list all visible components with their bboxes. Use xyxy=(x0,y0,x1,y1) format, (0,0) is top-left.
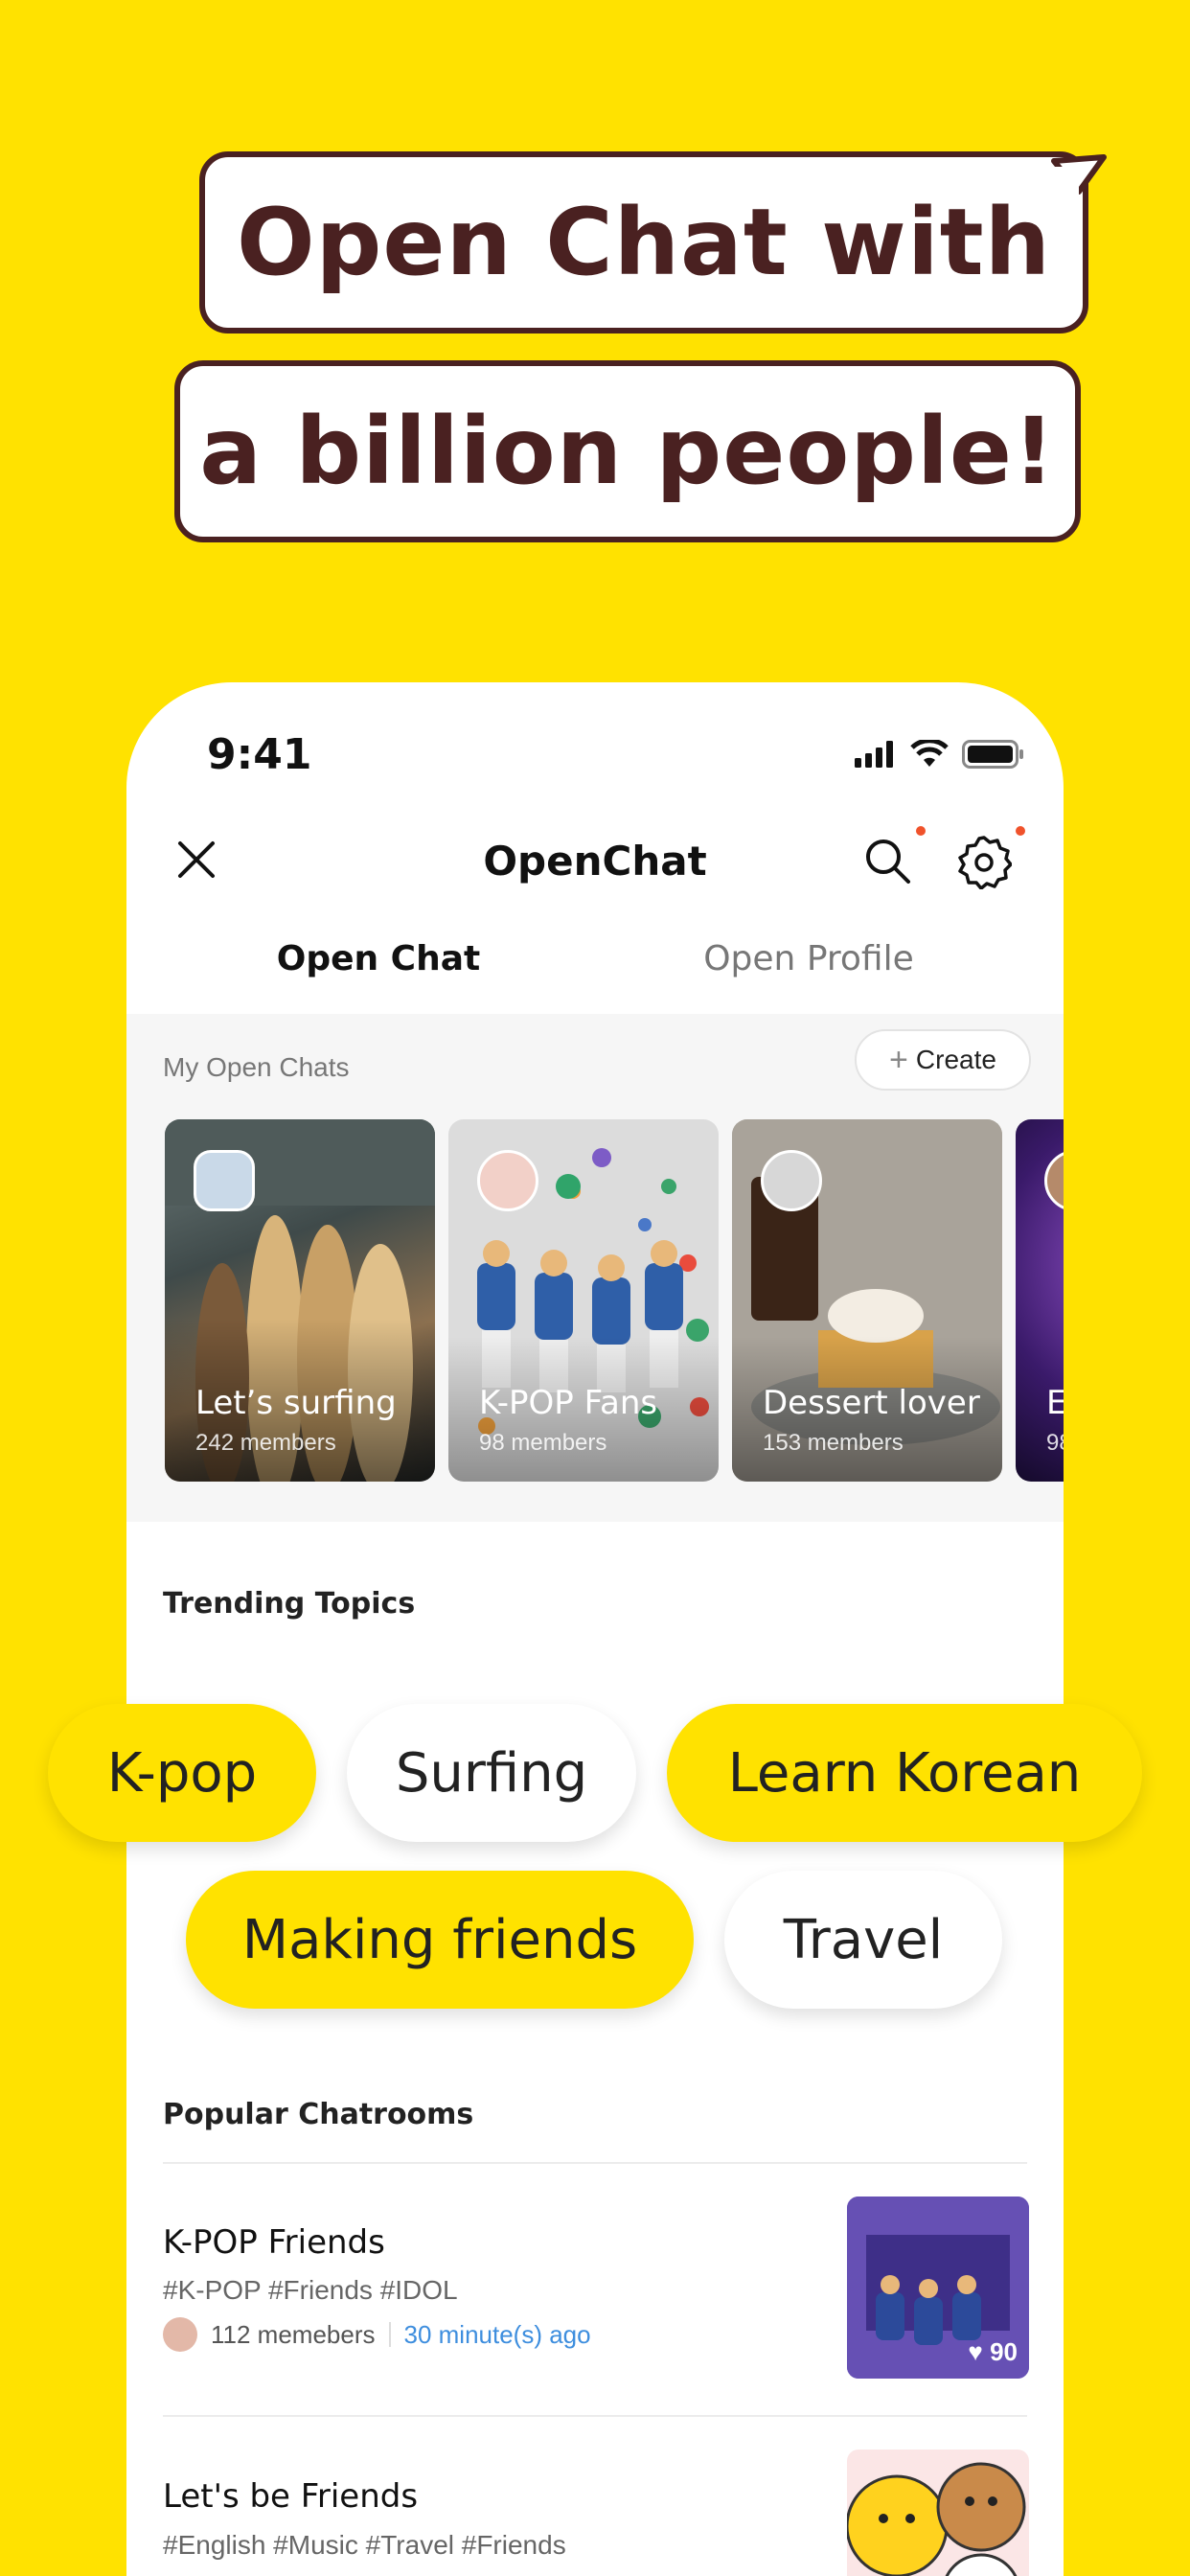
chatroom-title[interactable]: K-POP Friends xyxy=(163,2223,385,2262)
chat-card-partial[interactable]: E 98 xyxy=(1016,1119,1064,1482)
chatroom-tags: #English #Music #Travel #Friends xyxy=(163,2530,566,2560)
status-icons xyxy=(855,740,1025,769)
topic-chip-surfing[interactable]: Surfing xyxy=(347,1704,636,1842)
card-title: K-POP Fans xyxy=(479,1384,658,1422)
topic-chip-travel[interactable]: Travel xyxy=(724,1871,1002,2009)
plus-icon: + xyxy=(889,1042,908,1078)
headline-line-2: a billion people! xyxy=(199,398,1056,505)
topic-label: Making friends xyxy=(241,1908,638,1971)
meta-separator xyxy=(388,2322,391,2347)
create-label: Create xyxy=(915,1045,996,1074)
my-open-chats-section: My Open Chats + Create Let’s surfing 242… xyxy=(126,1014,1064,1522)
card-members: 242 members xyxy=(195,1430,336,1456)
create-button[interactable]: + Create xyxy=(855,1029,1031,1091)
likes-value: 90 xyxy=(990,2337,1018,2366)
card-members: 98 members xyxy=(479,1430,607,1456)
nav-bar: OpenChat xyxy=(126,816,1064,912)
divider xyxy=(163,2162,1027,2164)
headline-bubble-2: a billion people! xyxy=(174,360,1081,542)
card-members: 98 xyxy=(1046,1430,1064,1456)
status-time: 9:41 xyxy=(207,730,312,779)
avatar xyxy=(761,1150,822,1211)
likes-count: ♥ 90 xyxy=(968,2337,1018,2366)
topic-chip-making-friends[interactable]: Making friends xyxy=(186,1871,694,2009)
chatroom-title[interactable]: Let's be Friends xyxy=(163,2477,418,2516)
phone-screen: 9:41 OpenChat Open Chat Open Profile My … xyxy=(126,682,1064,2576)
tab-open-chat[interactable]: Open Chat xyxy=(165,939,592,978)
tab-bar: Open Chat Open Profile xyxy=(165,920,1025,1025)
chat-card-surfing[interactable]: Let’s surfing 242 members xyxy=(165,1119,435,1482)
settings-notification-dot xyxy=(1016,826,1025,836)
card-title: Let’s surfing xyxy=(195,1384,397,1422)
chatroom-time: 30 minute(s) ago xyxy=(403,2319,591,2349)
chatroom-thumbnail[interactable] xyxy=(847,2450,1029,2576)
avatar xyxy=(163,2317,197,2352)
character-faces-image xyxy=(847,2450,1029,2576)
avatar xyxy=(194,1150,255,1211)
headline-bubble-1: Open Chat with xyxy=(199,151,1088,334)
chatroom-members: 112 memebers xyxy=(211,2319,376,2349)
divider xyxy=(163,2415,1027,2417)
chat-card-dessert[interactable]: Dessert lover 153 members xyxy=(732,1119,1002,1482)
speech-bubble-tail xyxy=(1050,154,1107,196)
chatroom-thumbnail[interactable]: ♥ 90 xyxy=(847,2196,1029,2379)
card-title: Dessert lover xyxy=(763,1384,980,1422)
chat-card-kpop[interactable]: K-POP Fans 98 members xyxy=(448,1119,719,1482)
gear-icon[interactable] xyxy=(956,834,1012,889)
avatar xyxy=(1044,1150,1064,1211)
chatroom-meta: 112 memebers 30 minute(s) ago xyxy=(163,2317,591,2352)
card-title: E xyxy=(1046,1384,1064,1422)
topic-label: Learn Korean xyxy=(727,1741,1082,1805)
topic-label: Surfing xyxy=(395,1741,588,1805)
page-title: OpenChat xyxy=(483,838,707,885)
chatroom-tags: #K-POP #Friends #IDOL xyxy=(163,2275,458,2305)
popular-chatrooms-title: Popular Chatrooms xyxy=(163,2098,474,2131)
avatar xyxy=(477,1150,538,1211)
battery-icon xyxy=(962,740,1023,769)
topic-chip-learn-korean[interactable]: Learn Korean xyxy=(667,1704,1142,1842)
wifi-icon xyxy=(910,740,949,767)
search-notification-dot xyxy=(916,826,926,836)
chat-cards: Let’s surfing 242 members K-POP Fans 98 … xyxy=(165,1119,1064,1482)
signal-icon xyxy=(855,741,893,768)
topic-label: Travel xyxy=(783,1908,944,1971)
topic-chip-kpop[interactable]: K-pop xyxy=(48,1704,316,1842)
my-open-chats-label: My Open Chats xyxy=(163,1052,350,1082)
topic-label: K-pop xyxy=(106,1741,258,1805)
trending-topics-title: Trending Topics xyxy=(163,1587,416,1621)
headline-line-1: Open Chat with xyxy=(237,189,1051,296)
tab-open-profile[interactable]: Open Profile xyxy=(592,939,1025,978)
search-icon[interactable] xyxy=(862,836,914,887)
card-members: 153 members xyxy=(763,1430,904,1456)
